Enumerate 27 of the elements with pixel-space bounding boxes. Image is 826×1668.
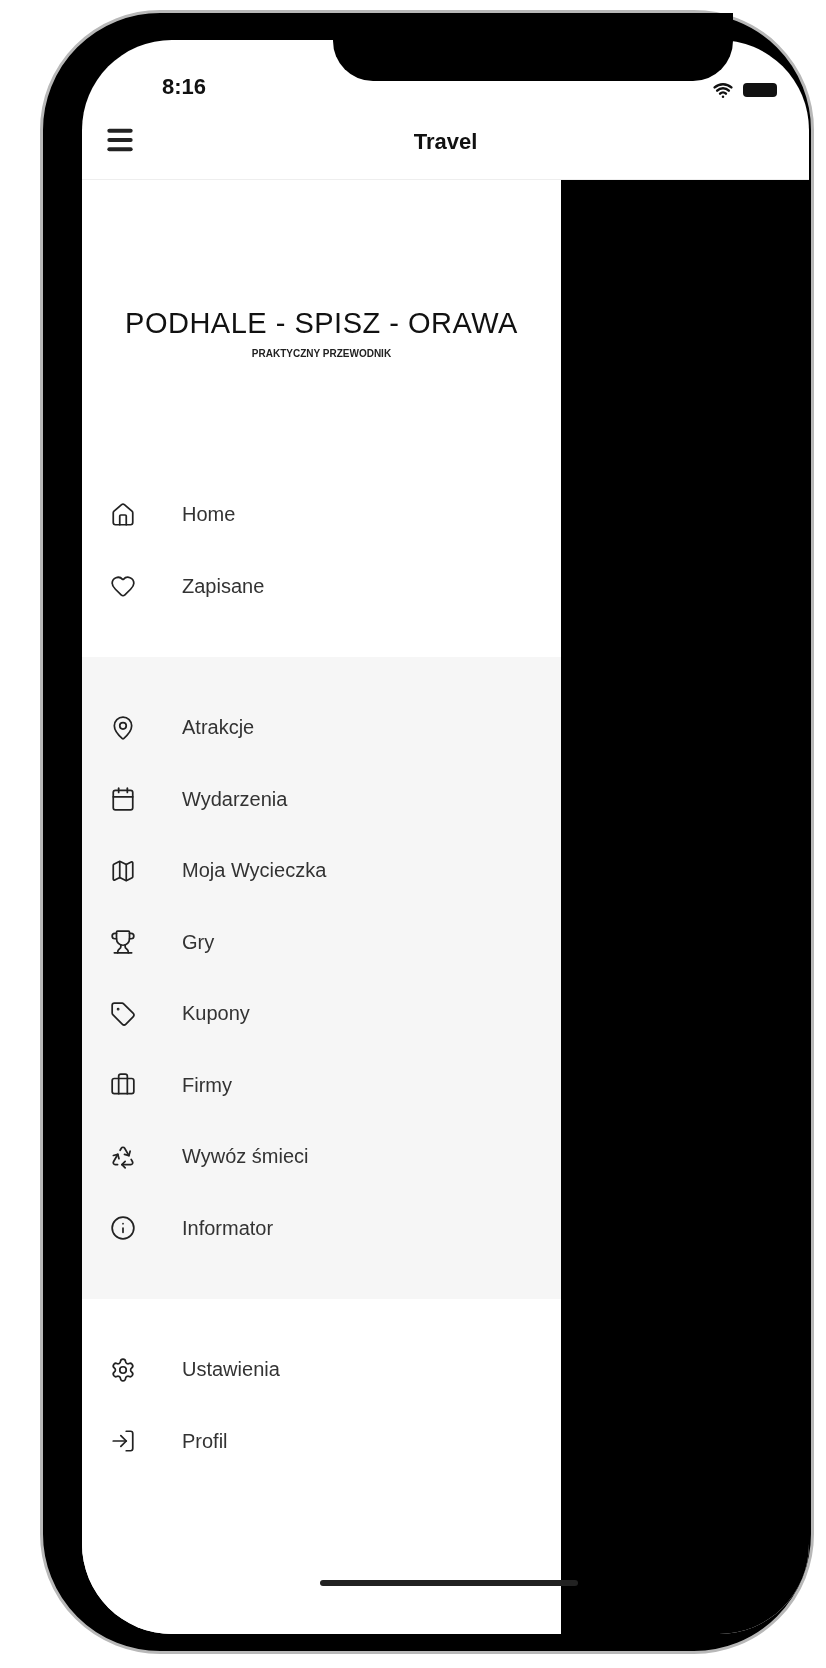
tag-icon [110, 1000, 136, 1027]
logo-subtitle: PRAKTYCZNY PRZEWODNIK [251, 348, 392, 359]
menu-item[interactable]: Zapisane [82, 550, 561, 622]
menu-item[interactable]: Gry [82, 906, 561, 978]
settings-icon [110, 1356, 136, 1383]
menu-item[interactable]: Atrakcje [82, 692, 561, 764]
menu-item[interactable]: Firmy [82, 1049, 561, 1121]
menu-item[interactable]: Kupony [82, 978, 561, 1050]
trophy-icon [110, 929, 136, 956]
menu-item[interactable]: Wywóz śmieci [82, 1121, 561, 1193]
wifi-icon [713, 80, 733, 100]
recycle-icon [110, 1143, 136, 1170]
home-icon [110, 501, 136, 528]
logo-title: PODHALE - SPISZ - ORAWA [125, 307, 518, 340]
calendar-icon [110, 786, 136, 813]
battery-icon [743, 83, 777, 97]
menu-item[interactable]: Informator [82, 1192, 561, 1264]
heart-icon [110, 573, 136, 600]
menu-item[interactable]: Moja Wycieczka [82, 835, 561, 907]
menu-item[interactable]: Home [82, 479, 561, 551]
info-icon [110, 1215, 136, 1242]
header-title: Travel [413, 128, 478, 155]
login-icon [110, 1428, 136, 1455]
menu-item[interactable]: Wydarzenia [82, 763, 561, 835]
menu-item[interactable]: Ustawienia [82, 1334, 561, 1406]
menu-item[interactable]: Profil [82, 1405, 561, 1477]
status-time: 8:16 [162, 74, 207, 100]
